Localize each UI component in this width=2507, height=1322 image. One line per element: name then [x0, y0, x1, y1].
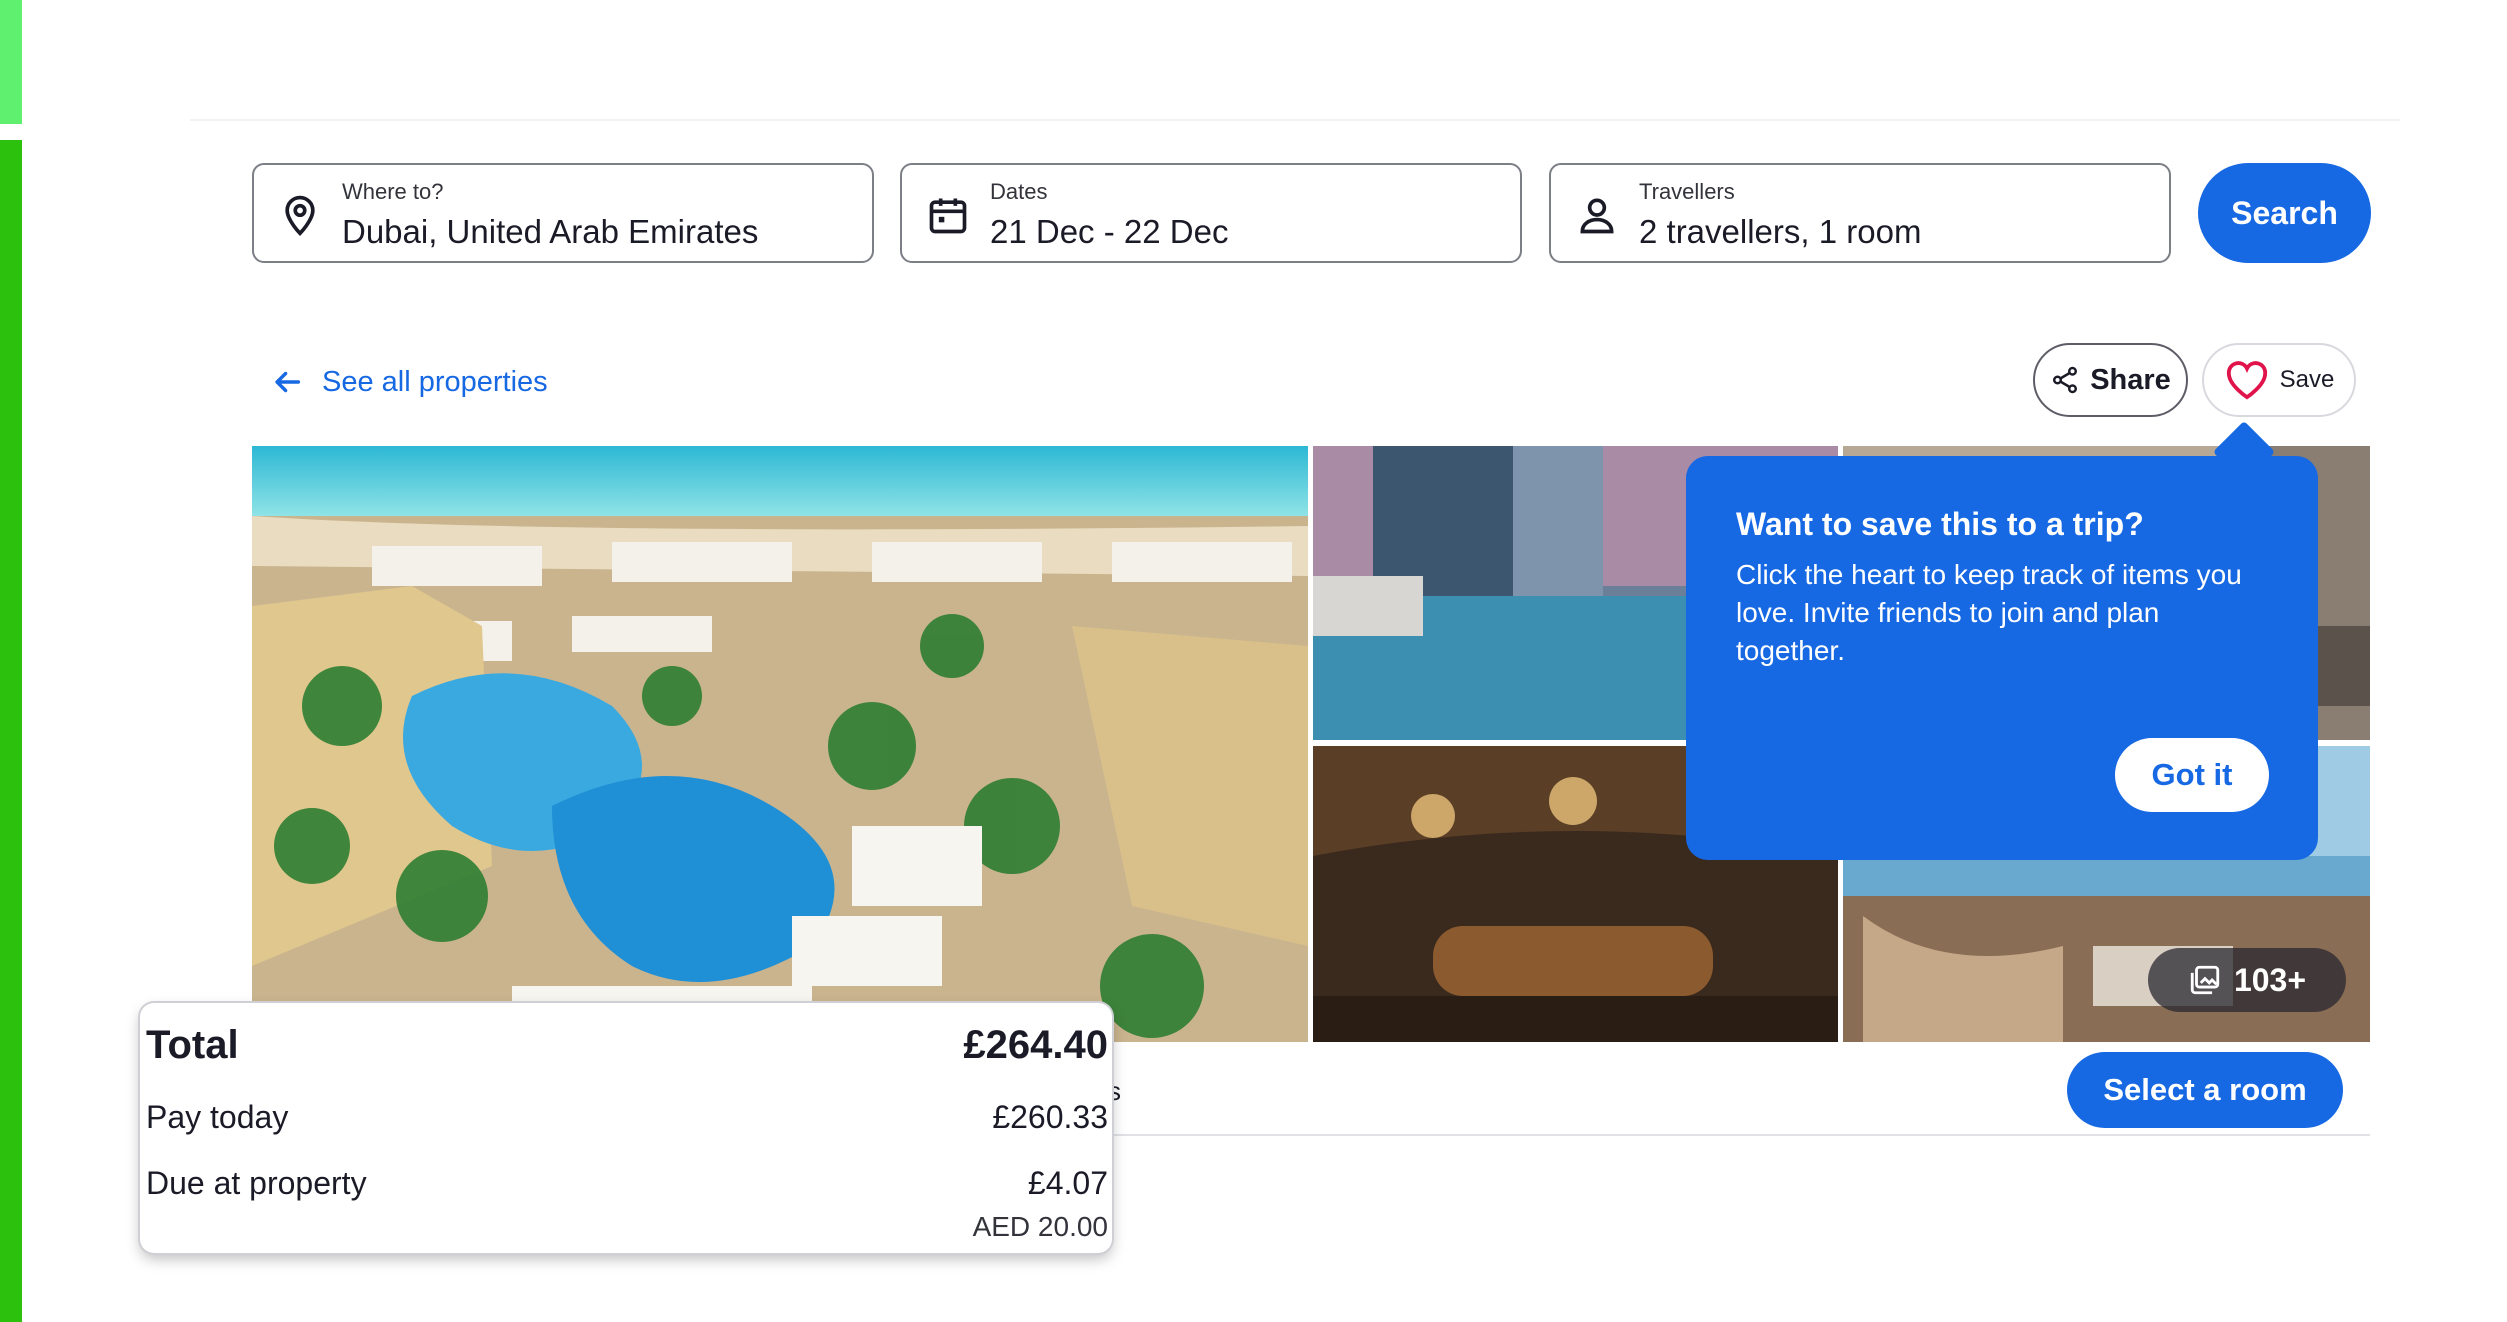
- travellers-value: 2 travellers, 1 room: [1639, 213, 1922, 250]
- due-at-property-value: £4.07: [1027, 1165, 1108, 1201]
- location-pin-icon: [285, 195, 315, 236]
- gallery-icon: [2190, 965, 2220, 995]
- see-all-properties-label: See all properties: [322, 365, 548, 398]
- price-summary-card: Total £264.40 Pay today £260.33 Due at p…: [140, 1003, 1112, 1253]
- got-it-button[interactable]: Got it: [2115, 738, 2269, 812]
- destination-value: Dubai, United Arab Emirates: [342, 213, 759, 250]
- photo-count: 103+: [2233, 961, 2307, 998]
- section-divider: [1100, 1134, 2370, 1136]
- destination-label: Where to?: [342, 179, 444, 204]
- share-icon: [2053, 366, 2078, 394]
- see-all-properties-link[interactable]: See all properties: [270, 360, 548, 404]
- tooltip-body: Click the heart to keep track of items y…: [1736, 559, 2242, 666]
- search-button[interactable]: Search: [2198, 163, 2371, 263]
- total-row: Total £264.40: [146, 1023, 1108, 1068]
- dates-field[interactable]: Dates 21 Dec - 22 Dec: [900, 163, 1522, 263]
- select-room-button[interactable]: Select a room: [2067, 1052, 2343, 1128]
- person-icon: [1580, 198, 1614, 234]
- total-value: £264.40: [963, 1023, 1108, 1067]
- travellers-field[interactable]: Travellers 2 travellers, 1 room: [1549, 163, 2171, 263]
- header-divider: [190, 119, 2400, 121]
- photo-count-button[interactable]: 103+: [2148, 948, 2346, 1012]
- dates-label: Dates: [990, 179, 1048, 204]
- travellers-label: Travellers: [1639, 179, 1735, 204]
- pay-today-row: Pay today £260.33: [146, 1099, 1108, 1136]
- share-label: Share: [2090, 363, 2171, 396]
- due-at-property-label: Due at property: [146, 1165, 367, 1201]
- arrow-left-icon: [275, 371, 301, 393]
- destination-field[interactable]: Where to? Dubai, United Arab Emirates: [252, 163, 874, 263]
- calendar-icon: [929, 198, 967, 234]
- left-accent-bar-top: [0, 0, 22, 124]
- save-label: Save: [2279, 366, 2335, 393]
- total-label: Total: [146, 1023, 239, 1067]
- dates-value: 21 Dec - 22 Dec: [990, 213, 1229, 250]
- pay-today-label: Pay today: [146, 1099, 289, 1135]
- left-accent-bar: [0, 140, 22, 1322]
- pay-today-value: £260.33: [992, 1099, 1108, 1135]
- heart-icon: [2226, 361, 2267, 400]
- save-button[interactable]: Save: [2202, 343, 2356, 417]
- main-photo-resort[interactable]: [252, 446, 1308, 1042]
- share-button[interactable]: Share: [2033, 343, 2188, 417]
- save-trip-tooltip: Want to save this to a trip? Click the h…: [1686, 456, 2318, 860]
- tooltip-title: Want to save this to a trip?: [1736, 506, 2144, 542]
- due-at-property-row: Due at property £4.07: [146, 1165, 1108, 1202]
- due-local-currency: AED 20.00: [972, 1211, 1108, 1242]
